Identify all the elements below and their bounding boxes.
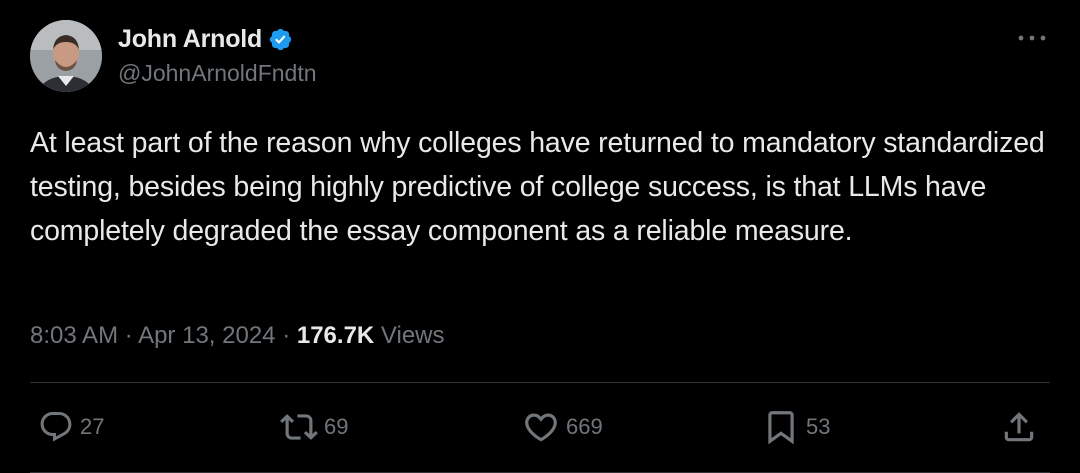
views-count: 176.7K [296,322,375,349]
retweet-button[interactable]: 69 [280,404,348,450]
tweet-text: At least part of the reason why colleges… [30,127,1045,247]
author-name-row: John Arnold [118,22,293,56]
meta-separator: · [282,322,291,349]
share-icon [1004,412,1034,442]
tweet-date[interactable]: Apr 13, 2024 [138,322,275,349]
views-label: Views [380,322,445,349]
verified-badge-icon[interactable] [268,27,293,52]
tweet-meta: 8:03 AM · Apr 13, 2024 · 176.7K Views [30,318,445,354]
meta-separator: · [124,322,133,349]
avatar[interactable] [30,20,102,92]
share-button[interactable] [1000,404,1038,450]
reply-icon [40,412,72,442]
like-count: 669 [566,414,603,439]
reply-button[interactable]: 27 [38,404,104,450]
avatar-photo [30,20,102,92]
author-handle[interactable]: @JohnArnoldFndtn [118,60,317,87]
bookmark-icon [768,411,794,445]
reply-count: 27 [80,414,105,439]
more-horizontal-icon [1018,35,1046,41]
divider [30,382,1050,383]
bookmark-button[interactable]: 53 [762,404,830,450]
retweet-icon [280,414,318,440]
author-display-name[interactable]: John Arnold [118,25,262,54]
more-options-button[interactable] [1014,24,1050,52]
like-button[interactable]: 669 [522,404,603,450]
retweet-count: 69 [324,414,349,439]
tweet-time[interactable]: 8:03 AM [30,322,118,349]
bookmark-count: 53 [806,414,831,439]
heart-icon [525,413,557,442]
tweet-actions: 27 69 669 53 [0,404,1080,450]
